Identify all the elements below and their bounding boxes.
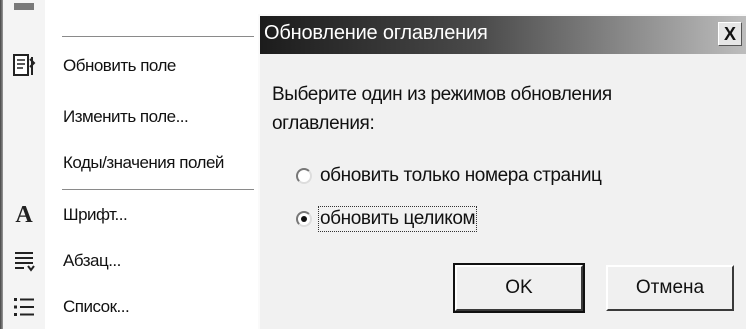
radio-button-selected[interactable] (296, 211, 312, 227)
menu-item-update-field[interactable]: Обновить поле (3, 46, 255, 86)
ok-button[interactable]: OK (453, 263, 585, 313)
option-page-numbers-only[interactable]: обновить только номера страниц (296, 161, 602, 191)
menu-item-paragraph[interactable]: Абзац... (3, 241, 255, 281)
menu-separator (62, 189, 254, 191)
update-toc-dialog: Обновление оглавления X Выберите один из… (258, 14, 746, 329)
dialog-prompt: Выберите один из режимов обновления огла… (272, 84, 612, 134)
menu-item-disabled (3, 0, 255, 26)
dialog-title: Обновление оглавления (264, 22, 488, 44)
close-icon: X (723, 24, 736, 44)
menu-item-label: Коды/значения полей (63, 153, 224, 172)
empty-icon-slot (3, 143, 45, 183)
menu-item-label: Абзац... (63, 251, 121, 270)
menu-item-label: Шрифт... (63, 205, 128, 224)
list-icon (3, 287, 45, 327)
screen: Обновить поле Изменить поле... Коды/знач… (0, 0, 746, 329)
dialog-titlebar[interactable]: Обновление оглавления X (260, 16, 746, 54)
cancel-button[interactable]: Отмена (606, 265, 734, 311)
update-field-icon (3, 46, 45, 86)
menu-item-toggle-field-codes[interactable]: Коды/значения полей (3, 143, 255, 183)
menu-item-list[interactable]: Список... (3, 287, 255, 327)
menu-item-label: Обновить поле (63, 56, 176, 75)
font-icon: A (15, 201, 33, 228)
menu-item-label: Список... (63, 297, 130, 316)
option-label: обновить только номера страниц (320, 165, 602, 186)
option-entire-table[interactable]: обновить целиком (296, 204, 478, 234)
radio-button[interactable] (296, 168, 312, 184)
menu-item-edit-field[interactable]: Изменить поле... (3, 97, 255, 137)
context-menu: Обновить поле Изменить поле... Коды/знач… (0, 0, 258, 329)
empty-icon-slot (3, 97, 45, 137)
menu-separator (62, 36, 254, 38)
blank-icon (3, 0, 45, 26)
menu-item-font[interactable]: A Шрифт... (3, 195, 255, 235)
option-label: обновить целиком (317, 206, 478, 232)
close-button[interactable]: X (718, 22, 742, 46)
paragraph-icon (3, 241, 45, 281)
menu-item-label: Изменить поле... (63, 107, 189, 126)
